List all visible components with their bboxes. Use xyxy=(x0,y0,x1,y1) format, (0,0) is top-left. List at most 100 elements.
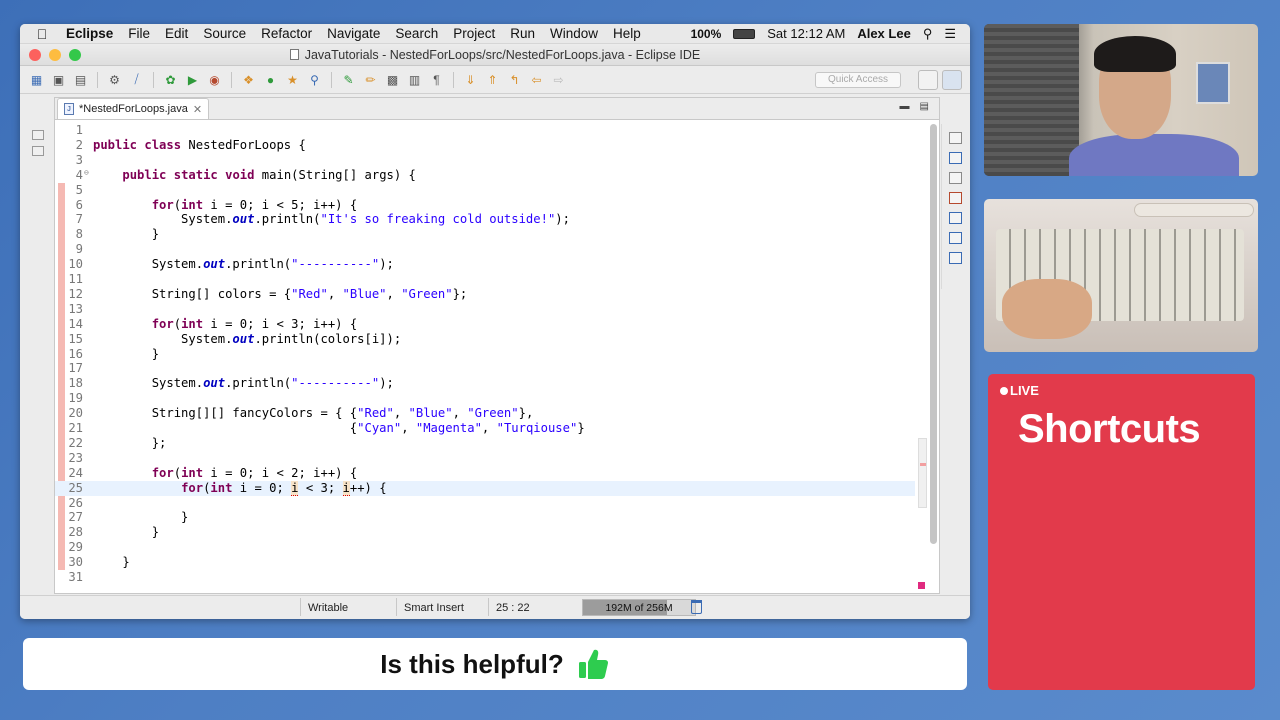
open-perspective-icon[interactable] xyxy=(918,69,938,90)
menu-help[interactable]: Help xyxy=(613,26,641,41)
code-line[interactable]: 2 public class NestedForLoops { xyxy=(55,138,915,153)
app-menu[interactable]: Eclipse xyxy=(66,26,113,41)
menu-refactor[interactable]: Refactor xyxy=(261,26,312,41)
heap-status[interactable]: 192M of 256M xyxy=(582,599,696,616)
code-line[interactable]: 24 for(int i = 0; i < 2; i++) { xyxy=(55,466,915,481)
code-line[interactable]: 3 xyxy=(55,153,915,168)
code-line[interactable]: 25 for(int i = 0; i < 3; i++) { xyxy=(55,480,915,496)
toggle-block-selection-icon[interactable]: ▩ xyxy=(384,72,401,88)
quick-access-input[interactable]: Quick Access xyxy=(815,71,901,88)
scrollbar-thumb[interactable] xyxy=(930,124,937,544)
open-type-icon[interactable]: ★ xyxy=(284,72,301,88)
next-annotation-icon[interactable]: ⇓ xyxy=(462,72,479,88)
code-text[interactable]: for(int i = 0; i < 3; i++) { xyxy=(93,480,387,496)
overview-error-marker[interactable] xyxy=(920,463,926,466)
code-text[interactable]: String[] colors = {"Red", "Blue", "Green… xyxy=(93,287,468,301)
menubar-user[interactable]: Alex Lee xyxy=(857,26,910,41)
code-text[interactable]: } xyxy=(93,347,159,361)
new-java-project-icon[interactable]: ❖ xyxy=(240,72,257,88)
java-perspective-icon[interactable] xyxy=(942,69,962,90)
code-line[interactable]: 12 String[] colors = {"Red", "Blue", "Gr… xyxy=(55,287,915,302)
toggle-mark-occurrences-icon[interactable]: ✎ xyxy=(340,72,357,88)
code-text[interactable]: } xyxy=(93,555,129,569)
code-line[interactable]: 11 xyxy=(55,272,915,287)
code-line[interactable]: 27 } xyxy=(55,510,915,525)
highlight-icon[interactable]: ✏ xyxy=(362,72,379,88)
save-icon[interactable]: ▣ xyxy=(50,72,67,88)
code-text[interactable]: for(int i = 0; i < 2; i++) { xyxy=(93,466,357,480)
debug-icon[interactable]: ✿ xyxy=(162,72,179,88)
menu-navigate[interactable]: Navigate xyxy=(327,26,380,41)
restore-view-icon[interactable] xyxy=(32,130,44,140)
close-icon[interactable]: ✕ xyxy=(193,103,202,116)
maximize-icon[interactable]: ▤ xyxy=(920,101,929,112)
code-line[interactable]: 16 } xyxy=(55,347,915,362)
menu-file[interactable]: File xyxy=(128,26,150,41)
code-line[interactable]: 29 xyxy=(55,540,915,555)
code-text[interactable]: System.out.println("It's so freaking col… xyxy=(93,212,570,226)
menu-run[interactable]: Run xyxy=(510,26,535,41)
code-line[interactable]: 31 xyxy=(55,570,915,585)
console-icon[interactable] xyxy=(949,252,962,264)
code-line[interactable]: 19 xyxy=(55,391,915,406)
word-wrap-icon[interactable]: ▥ xyxy=(406,72,423,88)
code-area[interactable]: 1 2 public class NestedForLoops {3 4 public… xyxy=(55,120,915,593)
code-line[interactable]: 10 System.out.println("----------"); xyxy=(55,257,915,272)
code-text[interactable]: } xyxy=(93,525,159,539)
code-text[interactable]: }; xyxy=(93,436,167,450)
previous-annotation-icon[interactable]: ⇑ xyxy=(484,72,501,88)
code-line[interactable]: 13 xyxy=(55,302,915,317)
outline-icon[interactable] xyxy=(949,152,962,164)
show-whitespace-icon[interactable]: ¶ xyxy=(428,72,445,88)
notification-list-icon[interactable]: ☰ xyxy=(944,26,956,42)
restore-view-icon[interactable] xyxy=(949,172,962,184)
code-line[interactable]: 8 } xyxy=(55,227,915,242)
code-line[interactable]: 20 String[][] fancyColors = { {"Red", "B… xyxy=(55,406,915,421)
code-line[interactable]: 22 }; xyxy=(55,436,915,451)
code-text[interactable]: } xyxy=(93,510,188,524)
code-line[interactable]: 15 System.out.println(colors[i]); xyxy=(55,332,915,347)
code-text[interactable]: public class NestedForLoops { xyxy=(93,138,306,152)
code-text[interactable]: System.out.println("----------"); xyxy=(93,257,394,271)
code-text[interactable]: System.out.println("----------"); xyxy=(93,376,394,390)
editor-tab[interactable]: J *NestedForLoops.java ✕ xyxy=(57,98,210,119)
code-line[interactable]: 18 System.out.println("----------"); xyxy=(55,376,915,391)
code-line[interactable]: 26 xyxy=(55,496,915,511)
new-icon[interactable]: ▦ xyxy=(28,72,45,88)
declaration-icon[interactable] xyxy=(949,232,962,244)
code-line[interactable]: 17 xyxy=(55,361,915,376)
code-text[interactable]: for(int i = 0; i < 3; i++) { xyxy=(93,317,357,331)
menu-source[interactable]: Source xyxy=(203,26,246,41)
skip-breakpoints-icon[interactable]: ⧸ xyxy=(128,72,145,88)
code-line[interactable]: 30 } xyxy=(55,555,915,570)
code-text[interactable]: for(int i = 0; i < 5; i++) { xyxy=(93,198,357,212)
code-line[interactable]: 1 xyxy=(55,123,915,138)
fold-toggle-icon[interactable]: ⊖ xyxy=(84,168,89,177)
code-line[interactable]: 5 xyxy=(55,183,915,198)
back-icon[interactable]: ⇦ xyxy=(528,72,545,88)
code-line[interactable]: 21 {"Cyan", "Magenta", "Turqiouse"} xyxy=(55,421,915,436)
code-text[interactable]: {"Cyan", "Magenta", "Turqiouse"} xyxy=(93,421,585,435)
spotlight-search-icon[interactable]: ⚲ xyxy=(923,26,933,42)
javadoc-icon[interactable] xyxy=(949,212,962,224)
search-icon[interactable]: ⚲ xyxy=(306,72,323,88)
code-text[interactable]: } xyxy=(93,227,159,241)
vertical-scrollbar[interactable] xyxy=(930,124,937,544)
code-line[interactable]: 14 for(int i = 0; i < 3; i++) { xyxy=(55,317,915,332)
problems-icon[interactable] xyxy=(949,192,962,204)
run-icon[interactable]: ▶ xyxy=(184,72,201,88)
menu-window[interactable]: Window xyxy=(550,26,598,41)
code-line[interactable]: 9 xyxy=(55,242,915,257)
restore-view-icon[interactable] xyxy=(949,132,962,144)
forward-icon[interactable]: ⇨ xyxy=(550,72,567,88)
run-gc-icon[interactable] xyxy=(691,600,702,614)
error-indicator[interactable] xyxy=(918,582,925,589)
code-line[interactable]: 4 public static void main(String[] args)… xyxy=(55,168,915,183)
package-explorer-icon[interactable] xyxy=(32,146,44,156)
menu-edit[interactable]: Edit xyxy=(165,26,188,41)
code-text[interactable]: System.out.println(colors[i]); xyxy=(93,332,401,346)
menu-search[interactable]: Search xyxy=(395,26,438,41)
minimize-icon[interactable]: ▬ xyxy=(900,101,910,112)
code-line[interactable]: 7 System.out.println("It's so freaking c… xyxy=(55,212,915,227)
code-line[interactable]: 6 for(int i = 0; i < 5; i++) { xyxy=(55,198,915,213)
